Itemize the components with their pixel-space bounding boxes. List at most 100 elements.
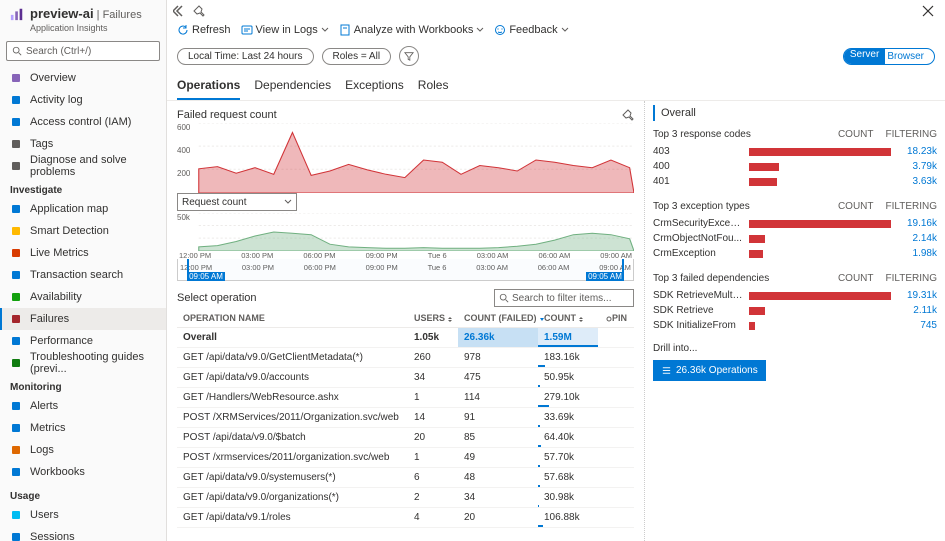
pin-chart-icon[interactable] (622, 109, 634, 121)
table-row[interactable]: GET /api/data/v9.0/systemusers(*) 6 48 5… (177, 468, 634, 488)
sidebar-item-live-metrics[interactable]: Live Metrics (0, 242, 166, 264)
op-users: 260 (408, 348, 458, 368)
col-count[interactable]: COUNT (538, 309, 598, 328)
tab-dependencies[interactable]: Dependencies (254, 74, 331, 100)
op-failed: 85 (458, 428, 538, 448)
metric-row[interactable]: CrmObjectNotFou... 2.14k (653, 231, 937, 246)
sidebar-item-label: Live Metrics (30, 247, 89, 259)
sidebar-item-availability[interactable]: Availability (0, 286, 166, 308)
table-row[interactable]: GET /api/data/v9.0/organizations(*) 2 34… (177, 488, 634, 508)
op-name: GET /api/data/v9.0/organizations(*) (177, 488, 408, 508)
collapse-left-icon[interactable] (173, 5, 185, 17)
table-row[interactable]: GET /api/data/v9.1/roles 4 20 106.88k (177, 508, 634, 528)
col-pin[interactable]: PIN (598, 309, 634, 328)
tab-roles[interactable]: Roles (418, 74, 449, 100)
resource-subtitle: Application Insights (0, 23, 166, 39)
op-name: GET /api/data/v9.0/accounts (177, 368, 408, 388)
table-row[interactable]: POST /XRMServices/2011/Organization.svc/… (177, 408, 634, 428)
operation-filter-input[interactable]: Search to filter items... (494, 289, 634, 307)
op-pin[interactable] (598, 428, 634, 448)
roles-filter-pill[interactable]: Roles = All (322, 48, 392, 65)
add-filter-button[interactable] (399, 46, 419, 66)
sidebar-item-diagnose-and-solve-problems[interactable]: Diagnose and solve problems (0, 155, 166, 177)
sidebar-item-label: Failures (30, 313, 69, 325)
op-pin[interactable] (598, 348, 634, 368)
sidebar-item-label: Workbooks (30, 466, 85, 478)
op-pin[interactable] (598, 408, 634, 428)
failed-request-chart[interactable]: 600 400 200 (177, 123, 634, 193)
sidebar-item-application-map[interactable]: Application map (0, 198, 166, 220)
op-users: 20 (408, 428, 458, 448)
sidebar-item-troubleshooting-guides-previ-[interactable]: Troubleshooting guides (previ... (0, 352, 166, 374)
col-count-failed[interactable]: COUNT (FAILED) (458, 309, 538, 328)
metric-row[interactable]: CrmException 1.98k (653, 246, 937, 261)
metric-row[interactable]: 400 3.79k (653, 159, 937, 174)
sidebar-item-workbooks[interactable]: Workbooks (0, 461, 166, 483)
col-operation-name[interactable]: OPERATION NAME (177, 309, 408, 328)
sidebar-item-smart-detection[interactable]: Smart Detection (0, 220, 166, 242)
op-pin[interactable] (598, 328, 634, 348)
table-row[interactable]: POST /api/data/v9.0/$batch 20 85 64.40k (177, 428, 634, 448)
logs-icon (241, 24, 253, 36)
sidebar-item-alerts[interactable]: Alerts (0, 395, 166, 417)
op-pin[interactable] (598, 508, 634, 528)
table-row[interactable]: GET /api/data/v9.0/GetClientMetadata(*) … (177, 348, 634, 368)
appmap-icon (10, 203, 22, 215)
sidebar-item-label: Tags (30, 138, 53, 150)
op-pin[interactable] (598, 448, 634, 468)
sidebar-item-logs[interactable]: Logs (0, 439, 166, 461)
op-pin[interactable] (598, 388, 634, 408)
table-row[interactable]: Overall 1.05k 26.36k 1.59M (177, 328, 634, 348)
refresh-button[interactable]: Refresh (177, 24, 231, 36)
tab-exceptions[interactable]: Exceptions (345, 74, 404, 100)
op-failed: 114 (458, 388, 538, 408)
close-icon[interactable] (921, 4, 935, 18)
sidebar-item-overview[interactable]: Overview (0, 67, 166, 89)
failures-icon (10, 313, 22, 325)
feedback-button[interactable]: Feedback (494, 24, 568, 36)
sidebar-item-label: Availability (30, 291, 82, 303)
op-pin[interactable] (598, 468, 634, 488)
metric-row[interactable]: 403 18.23k (653, 144, 937, 159)
time-brush[interactable]: 12:00 PM03:00 PM06:00 PM09:00 PMTue 603:… (177, 259, 634, 281)
op-pin[interactable] (598, 488, 634, 508)
view-in-logs-button[interactable]: View in Logs (241, 24, 329, 36)
sidebar-group-monitoring: Monitoring (0, 374, 166, 395)
request-count-chart[interactable]: 50k (177, 213, 634, 251)
col-users[interactable]: USERS (408, 309, 458, 328)
metric-row[interactable]: SDK InitializeFrom 745 (653, 318, 937, 333)
metric-select[interactable]: Request count (177, 193, 297, 211)
table-row[interactable]: GET /Handlers/WebResource.ashx 1 114 279… (177, 388, 634, 408)
table-row[interactable]: POST /xrmservices/2011/organization.svc/… (177, 448, 634, 468)
tab-operations[interactable]: Operations (177, 74, 240, 100)
pin-icon[interactable] (193, 5, 205, 17)
analyze-workbooks-button[interactable]: Analyze with Workbooks (339, 24, 485, 36)
op-count: 1.59M (538, 328, 598, 348)
server-browser-toggle[interactable]: Server Browser (843, 48, 935, 65)
metric-row[interactable]: SDK Retrieve 2.11k (653, 303, 937, 318)
sidebar-item-metrics[interactable]: Metrics (0, 417, 166, 439)
sidebar-item-users[interactable]: Users (0, 504, 166, 526)
workbooks-icon (10, 466, 22, 478)
time-range-pill[interactable]: Local Time: Last 24 hours (177, 48, 314, 65)
sidebar-item-label: Performance (30, 335, 93, 347)
metric-row[interactable]: CrmSecurityExcept... 19.16k (653, 216, 937, 231)
op-pin[interactable] (598, 368, 634, 388)
sidebar-item-sessions[interactable]: Sessions (0, 526, 166, 541)
metric-row[interactable]: 401 3.63k (653, 174, 937, 189)
workbook-icon (339, 24, 351, 36)
sidebar-item-performance[interactable]: Performance (0, 330, 166, 352)
alerts-icon (10, 400, 22, 412)
sidebar-item-activity-log[interactable]: Activity log (0, 89, 166, 111)
sidebar-item-label: Smart Detection (30, 225, 109, 237)
txsearch-icon (10, 269, 22, 281)
op-users: 1 (408, 448, 458, 468)
table-row[interactable]: GET /api/data/v9.0/accounts 34 475 50.95… (177, 368, 634, 388)
drill-operations-button[interactable]: 26.36k Operations (653, 360, 766, 381)
sidebar-item-transaction-search[interactable]: Transaction search (0, 264, 166, 286)
metric-row[interactable]: SDK RetrieveMulti... 19.31k (653, 288, 937, 303)
sidebar-item-failures[interactable]: Failures (0, 308, 166, 330)
sidebar-item-access-control-iam-[interactable]: Access control (IAM) (0, 111, 166, 133)
sidebar-search[interactable]: Search (Ctrl+/) (6, 41, 160, 61)
sidebar-item-tags[interactable]: Tags (0, 133, 166, 155)
